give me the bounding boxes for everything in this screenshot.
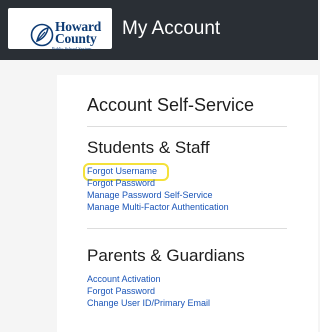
section-divider [87,228,287,229]
link-change-user-id[interactable]: Change User ID/Primary Email [87,298,210,309]
hcpss-leaf-logo-icon [30,23,54,47]
logo-subtitle: Public School System [52,46,92,51]
page-heading: Account Self-Service [87,95,255,115]
link-manage-mfa[interactable]: Manage Multi-Factor Authentication [87,202,229,213]
students-staff-heading: Students & Staff [87,138,210,157]
link-forgot-password-parents[interactable]: Forgot Password [87,286,155,297]
parents-guardians-heading: Parents & Guardians [87,246,245,265]
link-manage-password-self-service[interactable]: Manage Password Self-Service [87,190,213,201]
hcpss-logo[interactable]: Howard County Public School System [8,8,112,51]
section-divider [87,126,287,127]
top-header-bar: Howard County Public School System My Ac… [0,0,318,60]
logo-text-county: County [55,31,97,46]
link-account-activation[interactable]: Account Activation [87,274,161,285]
app-title: My Account [122,18,221,39]
link-forgot-username[interactable]: Forgot Username [87,166,157,177]
link-forgot-password-staff[interactable]: Forgot Password [87,178,155,189]
